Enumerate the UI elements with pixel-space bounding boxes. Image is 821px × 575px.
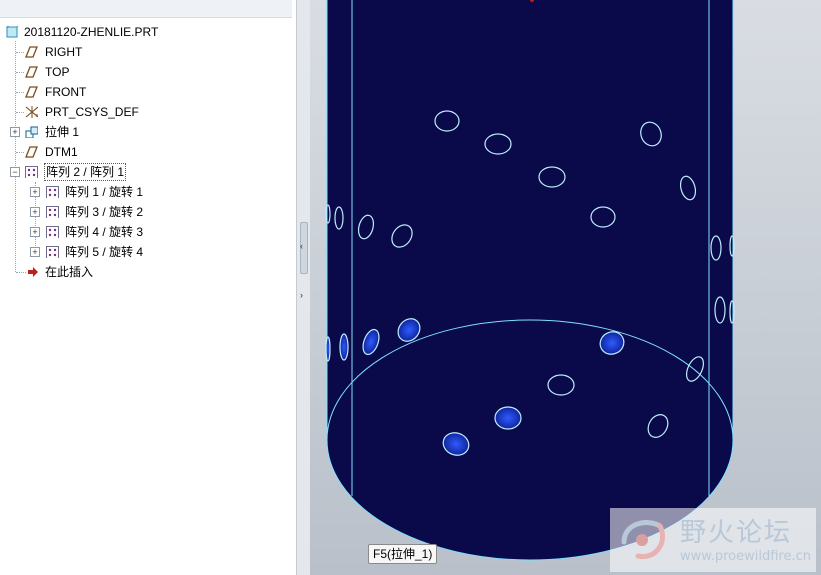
expand-plus-icon[interactable]: +: [30, 187, 40, 197]
tree-item-pattern-5-rotate-4[interactable]: + 阵列 5 / 旋转 4: [0, 242, 290, 262]
tree-item-pattern-4-rotate-3[interactable]: + 阵列 4 / 旋转 3: [0, 222, 290, 242]
cylinder-body[interactable]: [327, 0, 733, 560]
tree-item-label: FRONT: [45, 85, 87, 99]
part-icon: [6, 26, 19, 38]
tree-item-label: DTM1: [45, 145, 78, 159]
model-tree-header-strip: [0, 0, 292, 18]
tree-item-prt-csys-def[interactable]: × PRT_CSYS_DEF: [0, 102, 290, 122]
tree-item-label: 拉伸 1: [45, 125, 80, 139]
collapse-left-arrow-icon[interactable]: ‹: [300, 241, 303, 251]
datum-plane-icon: [25, 86, 38, 98]
expand-plus-icon[interactable]: +: [30, 227, 40, 237]
datum-plane-icon: [25, 146, 38, 158]
pattern-hole[interactable]: [325, 336, 331, 362]
datum-plane-icon: [25, 46, 38, 58]
pattern-hole[interactable]: [494, 406, 522, 430]
tree-item-label: PRT_CSYS_DEF: [45, 105, 139, 119]
watermark-logo-icon: [621, 520, 665, 560]
tree-item-dtm1[interactable]: DTM1: [0, 142, 290, 162]
watermark-title: 野火论坛: [680, 518, 793, 548]
tree-root-part[interactable]: 20181120-ZHENLIE.PRT: [0, 22, 290, 42]
expand-plus-icon[interactable]: +: [30, 247, 40, 257]
datum-plane-icon: [25, 66, 38, 78]
pattern-icon: [46, 246, 59, 258]
expand-plus-icon[interactable]: +: [10, 127, 20, 137]
tree-item-front[interactable]: FRONT: [0, 82, 290, 102]
collapse-minus-icon[interactable]: −: [10, 167, 20, 177]
tree-item-right[interactable]: RIGHT: [0, 42, 290, 62]
tree-item-pattern-2[interactable]: − 阵列 2 / 阵列 1: [0, 162, 290, 182]
tree-item-label: RIGHT: [45, 45, 83, 59]
expand-plus-icon[interactable]: +: [30, 207, 40, 217]
tree-root-label: 20181120-ZHENLIE.PRT: [24, 25, 159, 39]
graphics-viewport[interactable]: [310, 0, 821, 575]
tree-item-label: 阵列 5 / 旋转 4: [65, 245, 144, 259]
insert-here-arrow-icon: [28, 267, 38, 277]
feature-tooltip: F5(拉伸_1): [368, 544, 438, 564]
pattern-icon: [46, 226, 59, 238]
watermark-url: www.proewildfire.cn: [680, 549, 811, 564]
pattern-icon: [46, 206, 59, 218]
csys-icon: ×: [25, 106, 38, 118]
forum-watermark: 野火论坛 www.proewildfire.cn: [610, 508, 816, 572]
extrude-icon: [25, 126, 38, 138]
tree-item-insert-here[interactable]: 在此插入: [0, 262, 290, 282]
tree-item-label: 阵列 3 / 旋转 2: [65, 205, 144, 219]
splitter-grip-handle[interactable]: ‹: [300, 222, 308, 274]
tree-item-pattern-1-rotate-1[interactable]: + 阵列 1 / 旋转 1: [0, 182, 290, 202]
tree-item-label: 阵列 4 / 旋转 3: [65, 225, 144, 239]
tree-item-pattern-3-rotate-2[interactable]: + 阵列 3 / 旋转 2: [0, 202, 290, 222]
tree-item-label: 阵列 1 / 旋转 1: [65, 185, 144, 199]
tree-item-label: 在此插入: [45, 265, 94, 279]
tree-item-label: 阵列 2 / 阵列 1: [44, 163, 127, 181]
pattern-icon: [46, 186, 59, 198]
model-3d-view[interactable]: [310, 0, 821, 575]
pattern-icon: [25, 166, 38, 178]
tree-item-extrude-1[interactable]: + 拉伸 1: [0, 122, 290, 142]
expand-right-arrow-icon[interactable]: ›: [300, 290, 303, 300]
pattern-hole[interactable]: [339, 333, 349, 361]
tree-item-label: TOP: [45, 65, 70, 79]
svg-text:×: ×: [35, 113, 38, 118]
model-tree-panel: 20181120-ZHENLIE.PRT RIGHT TOP FRONT × P…: [0, 0, 297, 575]
tree-item-top[interactable]: TOP: [0, 62, 290, 82]
